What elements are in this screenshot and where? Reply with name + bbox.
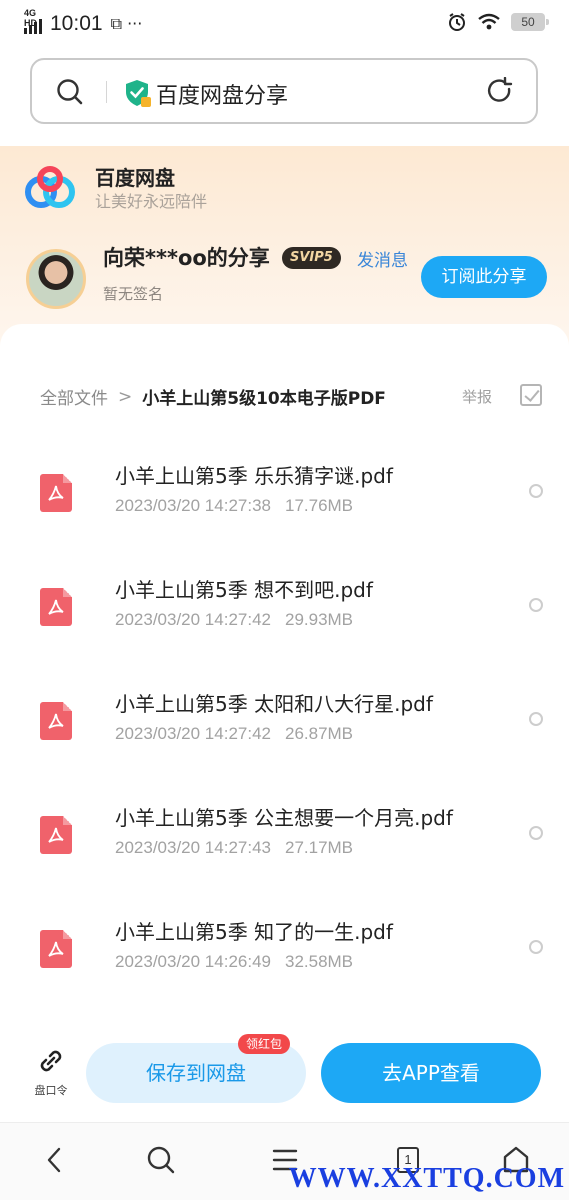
share-code-button[interactable]: 盘口令: [30, 1046, 72, 1098]
file-meta: 2023/03/20 14:27:42 26.87MB: [115, 724, 353, 744]
file-size: 26.87MB: [284, 724, 354, 743]
breadcrumb-root[interactable]: 全部文件: [40, 384, 108, 409]
signature: 暂无签名: [103, 285, 164, 303]
breadcrumb: 全部文件 > 小羊上山第5级10本电子版PDF: [40, 384, 386, 410]
network-type: 4G HD: [24, 8, 37, 28]
brand-slogan: 让美好永远陪伴: [95, 192, 208, 211]
file-name: 小羊上山第5季 公主想要一个月亮.pdf: [115, 806, 453, 830]
send-message-link[interactable]: 发消息: [357, 246, 408, 271]
action-bar: 盘口令 保存到网盘 领红包 去APP查看: [0, 1028, 569, 1120]
file-size: 17.76MB: [284, 496, 354, 515]
file-row[interactable]: 小羊上山第5季 想不到吧.pdf 2023/03/20 14:27:42 29.9…: [0, 552, 569, 666]
file-name: 小羊上山第5季 想不到吧.pdf: [115, 578, 373, 602]
avatar[interactable]: [26, 249, 86, 309]
search-divider: [106, 81, 107, 103]
status-right: 50: [447, 12, 549, 32]
file-select-radio[interactable]: [529, 826, 543, 840]
file-row[interactable]: 小羊上山第5季 太阳和八大行星.pdf 2023/03/20 14:27:42 2…: [0, 666, 569, 780]
battery-icon: 50: [511, 13, 549, 31]
file-row[interactable]: 小羊上山第5季 公主想要一个月亮.pdf 2023/03/20 14:27:43…: [0, 780, 569, 894]
baidu-netdisk-logo: [25, 166, 75, 208]
search-icon[interactable]: [146, 1145, 176, 1175]
refresh-icon[interactable]: [486, 77, 514, 105]
file-list-panel: 全部文件 > 小羊上山第5级10本电子版PDF 举报 小羊上山第5季 乐乐猜字谜…: [0, 324, 569, 1024]
file-name: 小羊上山第5季 太阳和八大行星.pdf: [115, 692, 433, 716]
file-meta: 2023/03/20 14:27:38 17.76MB: [115, 496, 353, 516]
file-size: 29.93MB: [284, 610, 354, 629]
file-select-radio[interactable]: [529, 940, 543, 954]
subscribe-button[interactable]: 订阅此分享: [421, 256, 547, 298]
address-bar[interactable]: 百度网盘分享: [30, 58, 538, 124]
file-date: 2023/03/20 14:27:42: [115, 724, 271, 743]
status-time: 10:01: [50, 12, 103, 35]
wifi-icon: [478, 13, 500, 30]
red-packet-badge: 领红包: [238, 1034, 291, 1054]
file-row[interactable]: 小羊上山第5季 知了的一生.pdf 2023/03/20 14:26:49 32.…: [0, 894, 569, 1008]
file-meta: 2023/03/20 14:27:42 29.93MB: [115, 610, 353, 630]
address-text[interactable]: 百度网盘分享: [156, 78, 288, 110]
status-bar: 4G HD 10:01 ⧉ ··· 50: [0, 0, 569, 52]
file-row[interactable]: 小羊上山第5季 乐乐猜字谜.pdf 2023/03/20 14:27:38 17.…: [0, 438, 569, 552]
file-select-radio[interactable]: [529, 712, 543, 726]
file-select-radio[interactable]: [529, 598, 543, 612]
file-date: 2023/03/20 14:27:43: [115, 838, 271, 857]
breadcrumb-current: 小羊上山第5级10本电子版PDF: [142, 389, 386, 409]
breadcrumb-separator: >: [118, 386, 133, 407]
file-date: 2023/03/20 14:27:38: [115, 496, 271, 515]
file-meta: 2023/03/20 14:27:43 27.17MB: [115, 838, 353, 858]
status-left: 4G HD 10:01 ⧉ ···: [24, 8, 143, 36]
file-select-radio[interactable]: [529, 484, 543, 498]
link-icon: [40, 1050, 62, 1072]
file-name: 小羊上山第5季 知了的一生.pdf: [115, 920, 393, 944]
pdf-file-icon: [40, 474, 72, 512]
share-header: 百度网盘 让美好永远陪伴 向荣***oo的分享 SVIP5 发消息 暂无签名 订…: [0, 146, 569, 346]
brand-name: 百度网盘: [95, 166, 175, 190]
security-shield-icon: [126, 80, 151, 107]
file-date: 2023/03/20 14:27:42: [115, 610, 271, 629]
notification-icons: ⧉ ···: [110, 14, 143, 33]
file-meta: 2023/03/20 14:26:49 32.58MB: [115, 952, 353, 972]
browser-nav-bar: 1 WWW.XXTTQ.COM: [0, 1122, 569, 1200]
vip-badge: SVIP5: [282, 247, 341, 269]
select-all-checkbox[interactable]: [520, 384, 542, 406]
report-link[interactable]: 举报: [462, 386, 492, 407]
file-name: 小羊上山第5季 乐乐猜字谜.pdf: [115, 464, 393, 488]
search-icon[interactable]: [56, 78, 84, 106]
pdf-file-icon: [40, 816, 72, 854]
back-icon[interactable]: [44, 1145, 66, 1175]
sharer-name: 向荣***oo的分享: [103, 246, 270, 270]
pdf-file-icon: [40, 930, 72, 968]
signal-icon: 4G HD: [24, 8, 42, 34]
watermark: WWW.XXTTQ.COM: [288, 1163, 565, 1194]
pdf-file-icon: [40, 588, 72, 626]
pdf-file-icon: [40, 702, 72, 740]
file-date: 2023/03/20 14:26:49: [115, 952, 271, 971]
file-size: 32.58MB: [284, 952, 354, 971]
alarm-icon: [449, 13, 465, 31]
open-in-app-button[interactable]: 去APP查看: [321, 1043, 541, 1103]
share-code-label: 盘口令: [34, 1084, 68, 1097]
file-size: 27.17MB: [284, 838, 354, 857]
